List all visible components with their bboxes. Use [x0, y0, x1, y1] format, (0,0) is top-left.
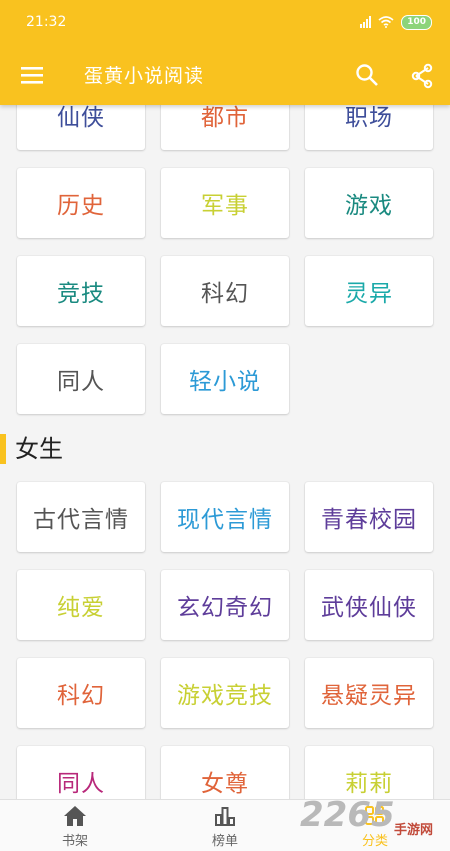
- watermark-text: 手游网: [394, 823, 434, 838]
- category-card[interactable]: 历史: [17, 168, 145, 238]
- section-header-female: 女生: [0, 432, 450, 466]
- category-card[interactable]: 游戏竞技: [161, 658, 289, 728]
- watermark-logo: 2265 手游网: [300, 795, 450, 843]
- section-accent-bar: [0, 434, 6, 464]
- category-card[interactable]: 科幻: [161, 256, 289, 326]
- watermark-number: 2265: [300, 795, 395, 835]
- category-card[interactable]: 现代言情: [161, 482, 289, 552]
- category-card[interactable]: 游戏: [305, 168, 433, 238]
- category-card[interactable]: 军事: [161, 168, 289, 238]
- nav-ranking[interactable]: 榜单: [150, 800, 300, 851]
- status-icons: 100: [360, 14, 432, 30]
- toolbar: 蛋黄小说阅读: [0, 50, 450, 100]
- category-card[interactable]: 纯爱: [17, 570, 145, 640]
- category-card[interactable]: 青春校园: [305, 482, 433, 552]
- share-icon[interactable]: [408, 62, 436, 90]
- menu-icon[interactable]: [18, 62, 46, 88]
- app-title: 蛋黄小说阅读: [84, 65, 205, 87]
- status-time: 21:32: [26, 14, 67, 30]
- category-card[interactable]: 悬疑灵异: [305, 658, 433, 728]
- category-card[interactable]: 莉莉: [305, 746, 433, 800]
- app-header: 21:32 100 蛋黄小说阅读: [0, 0, 450, 105]
- category-content: 女生 仙侠 都市 职场 历史 军事 游戏 竞技 科幻 灵异 同人 轻小说 古代言情 现代言情 青春校园 纯爱…: [0, 0, 450, 800]
- category-card[interactable]: 古代言情: [17, 482, 145, 552]
- category-card[interactable]: 轻小说: [161, 344, 289, 414]
- category-card[interactable]: 同人: [17, 746, 145, 800]
- nav-label-ranking: 榜单: [211, 834, 238, 849]
- category-card[interactable]: 武侠仙侠: [305, 570, 433, 640]
- wifi-icon: [378, 16, 394, 28]
- section-title: 女生: [15, 435, 63, 463]
- nav-bookshelf[interactable]: 书架: [0, 800, 150, 851]
- category-card[interactable]: 女尊: [161, 746, 289, 800]
- category-card[interactable]: 灵异: [305, 256, 433, 326]
- signal-icon: [360, 16, 372, 28]
- category-card[interactable]: 科幻: [17, 658, 145, 728]
- search-icon[interactable]: [354, 62, 380, 88]
- nav-label-bookshelf: 书架: [61, 834, 88, 849]
- category-card[interactable]: 竞技: [17, 256, 145, 326]
- chart-icon: [215, 807, 235, 826]
- category-card[interactable]: 同人: [17, 344, 145, 414]
- category-card[interactable]: 玄幻奇幻: [161, 570, 289, 640]
- battery-indicator: 100: [401, 14, 432, 30]
- home-icon: [64, 806, 86, 826]
